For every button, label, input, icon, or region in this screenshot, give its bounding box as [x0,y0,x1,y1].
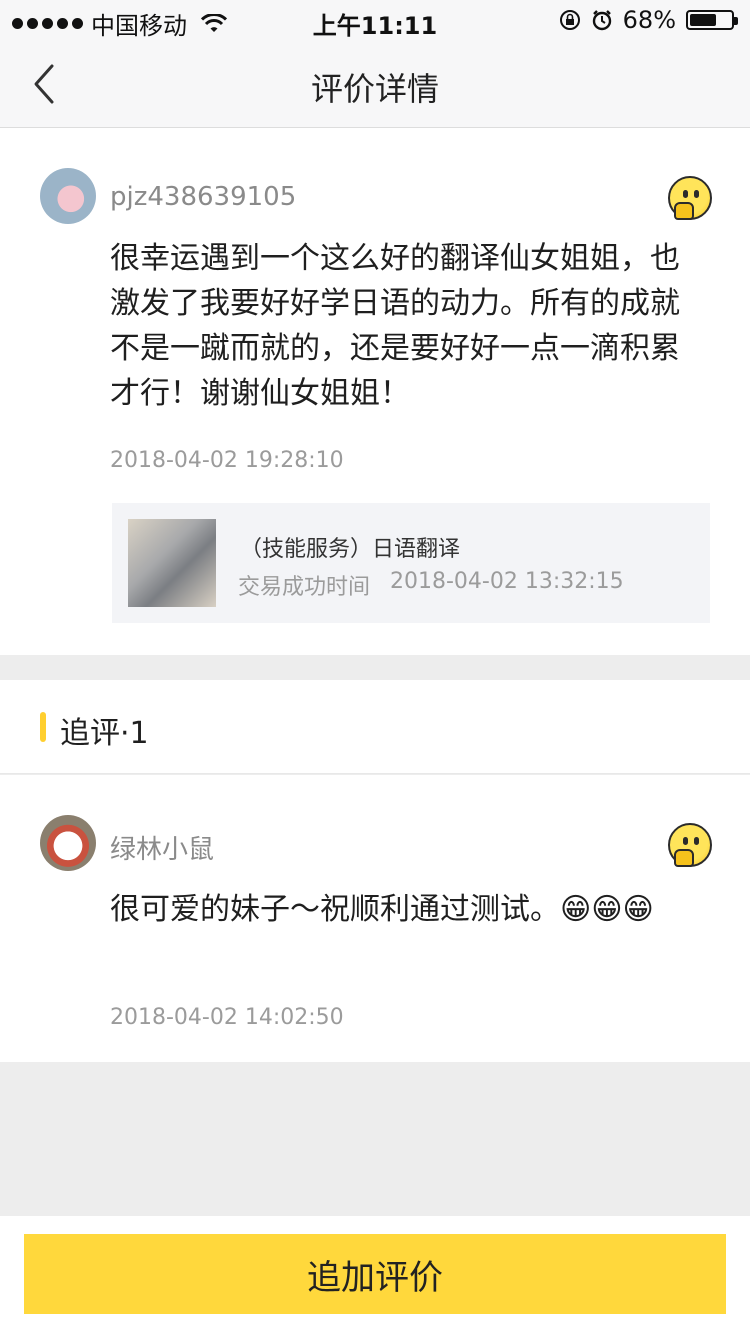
followup-username[interactable]: 绿林小鼠 [110,829,214,866]
order-title: （技能服务）日语翻译 [240,537,461,562]
review-card: pjz438639105 很幸运遇到一个这么好的翻译仙女姐姐，也激发了我要好好学… [0,128,750,655]
screen: 中国移动 上午11:11 68% 评价详情 pjz438639105 很幸运遇到… [0,0,750,1334]
order-thumbnail [128,519,216,607]
page-title: 评价详情 [310,70,439,108]
followup-card: 绿林小鼠 很可爱的妹子～祝顺利通过测试。😁😁😁 2018-04-02 14:02… [0,775,750,1062]
avatar[interactable] [40,168,96,224]
order-card[interactable]: （技能服务）日语翻译 交易成功时间 2018-04-02 13:32:15 [112,503,710,623]
followup-avatar[interactable] [40,815,96,871]
order-time: 2018-04-02 13:32:15 [390,569,624,594]
status-bar: 中国移动 上午11:11 68% [0,0,750,40]
alarm-icon [592,10,611,31]
battery-percent: 68% [622,6,676,34]
battery-fill [690,14,716,26]
thinking-face-icon [668,176,712,220]
review-text: 很幸运遇到一个这么好的翻译仙女姐姐，也激发了我要好好学日语的动力。所有的成就不是… [110,241,680,411]
thinking-face-icon [668,823,712,867]
review-username[interactable]: pjz438639105 [110,182,296,212]
order-time-label: 交易成功时间 [238,575,371,600]
battery-icon [686,10,738,30]
rotation-lock-icon [559,10,580,30]
section-marker [40,712,46,742]
followup-title: 追评·1 [60,716,149,751]
followup-text: 很可爱的妹子～祝顺利通过测试。😁😁😁 [110,892,654,927]
followup-timestamp: 2018-04-02 14:02:50 [110,1005,344,1030]
status-bar-right: 68% [559,6,738,34]
review-timestamp: 2018-04-02 19:28:10 [110,448,344,473]
nav-bar: 评价详情 [0,40,750,128]
add-review-button[interactable]: 追加评价 [24,1234,726,1314]
followup-header: 追评·1 [0,680,750,774]
